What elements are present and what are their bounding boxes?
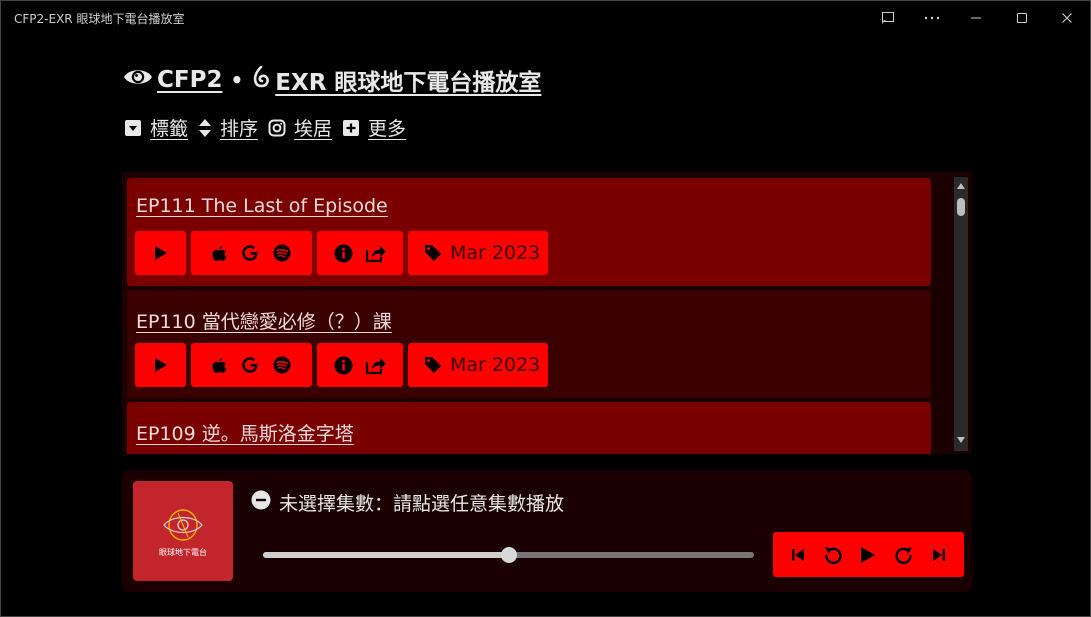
nav-item-sort[interactable]: 排序 — [198, 114, 258, 141]
nav-item-instagram[interactable]: 埃居 — [268, 114, 332, 141]
episode-title-link[interactable]: EP109 逆。馬斯洛金字塔 — [136, 419, 354, 446]
minimize-button[interactable] — [953, 1, 999, 35]
close-button[interactable] — [1044, 1, 1090, 35]
apple-podcasts-icon[interactable] — [212, 245, 227, 262]
info-icon[interactable] — [334, 356, 353, 375]
brand-link[interactable]: CFP2 — [157, 67, 222, 93]
audio-player: 眼球地下電台 未選擇集數：請點選任意集數播放 — [122, 470, 972, 592]
eye-logo-icon — [163, 508, 203, 541]
plus-square-icon — [342, 119, 360, 137]
spotify-icon[interactable] — [273, 244, 291, 262]
episode-card[interactable]: EP110 當代戀愛必修（？）課 Mar 2023 — [127, 290, 931, 398]
nav-item-label: 埃居 — [294, 118, 333, 140]
list-scrollbar[interactable] — [954, 177, 968, 451]
nav-item-label: 標籤 — [150, 118, 189, 140]
playback-controls — [773, 532, 964, 577]
date-tag-button[interactable]: Mar 2023 — [408, 231, 548, 275]
play-icon[interactable] — [860, 546, 876, 564]
now-playing: 未選擇集數：請點選任意集數播放 — [251, 489, 564, 516]
page-header: CFP2 • EXR 眼球地下電台播放室 — [123, 63, 541, 97]
instagram-icon — [268, 119, 286, 137]
more-options-icon[interactable] — [909, 1, 955, 35]
apple-podcasts-icon[interactable] — [212, 357, 227, 374]
scroll-up-icon[interactable] — [956, 181, 966, 191]
cast-icon[interactable] — [865, 1, 911, 35]
play-button[interactable] — [135, 343, 186, 387]
share-icon[interactable] — [365, 356, 387, 375]
fast-forward-icon[interactable] — [894, 545, 914, 565]
tag-icon — [425, 357, 441, 373]
episode-list: EP111 The Last of Episode Mar 2023 EP110… — [122, 172, 972, 454]
header-separator: • — [230, 68, 244, 92]
info-icon[interactable] — [334, 244, 353, 263]
date-tag-button[interactable]: Mar 2023 — [408, 343, 548, 387]
episode-date: Mar 2023 — [450, 242, 541, 264]
episode-items: EP111 The Last of Episode Mar 2023 EP110… — [127, 178, 931, 454]
nav-item-more[interactable]: 更多 — [342, 114, 406, 141]
tag-icon — [425, 245, 441, 261]
nav-bar: 標籤 排序 埃居 更多 — [124, 114, 416, 141]
app-window: CFP2-EXR 眼球地下電台播放室 CFP2 • EXR 眼球地下電台播放室 — [0, 0, 1091, 617]
episode-date: Mar 2023 — [450, 354, 541, 376]
nav-item-label: 更多 — [368, 118, 407, 140]
maximize-button[interactable] — [999, 1, 1045, 35]
scroll-down-icon[interactable] — [956, 435, 966, 445]
platform-links — [191, 343, 312, 387]
progress-slider[interactable] — [263, 547, 754, 563]
title-bar: CFP2-EXR 眼球地下電台播放室 — [1, 1, 1090, 35]
nav-item-tags[interactable]: 標籤 — [124, 114, 188, 141]
scrollbar-thumb[interactable] — [957, 198, 965, 216]
rewind-icon[interactable] — [823, 545, 843, 565]
play-icon — [154, 358, 167, 372]
platform-links — [191, 231, 312, 275]
minus-circle-icon — [251, 490, 271, 515]
spotify-icon[interactable] — [273, 356, 291, 374]
caret-square-down-icon — [124, 119, 142, 137]
play-button[interactable] — [135, 231, 186, 275]
cover-caption: 眼球地下電台 — [159, 547, 207, 557]
episode-actions: Mar 2023 — [135, 343, 548, 387]
snail-icon — [251, 65, 271, 95]
episode-title-link[interactable]: EP110 當代戀愛必修（？）課 — [136, 307, 392, 334]
sort-icon — [198, 118, 212, 138]
nav-item-label: 排序 — [220, 118, 259, 140]
eye-icon — [123, 66, 153, 94]
podcast-cover: 眼球地下電台 — [133, 481, 233, 581]
progress-fill — [263, 552, 509, 558]
episode-card[interactable]: EP111 The Last of Episode Mar 2023 — [127, 178, 931, 286]
google-podcasts-icon[interactable] — [241, 356, 259, 374]
progress-knob[interactable] — [500, 547, 517, 563]
info-share-buttons — [317, 343, 403, 387]
episode-card[interactable]: EP109 逆。馬斯洛金字塔 — [127, 402, 931, 454]
skip-forward-icon[interactable] — [931, 547, 947, 563]
skip-back-icon[interactable] — [790, 547, 806, 563]
window-title: CFP2-EXR 眼球地下電台播放室 — [14, 12, 185, 26]
now-playing-text: 未選擇集數：請點選任意集數播放 — [279, 493, 565, 515]
episode-actions: Mar 2023 — [135, 231, 548, 275]
info-share-buttons — [317, 231, 403, 275]
show-title-link[interactable]: EXR 眼球地下電台播放室 — [275, 63, 541, 97]
episode-title-link[interactable]: EP111 The Last of Episode — [136, 195, 388, 217]
play-icon — [154, 246, 167, 260]
share-icon[interactable] — [365, 244, 387, 263]
google-podcasts-icon[interactable] — [241, 244, 259, 262]
